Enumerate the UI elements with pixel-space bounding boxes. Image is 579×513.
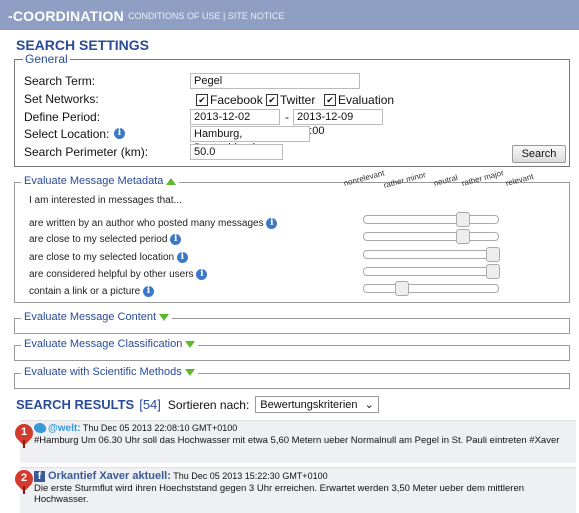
scale-label-neutral: neutral: [432, 172, 459, 188]
result-author-link[interactable]: @welt:: [48, 423, 81, 434]
perimeter-label: Search Perimeter (km):: [24, 145, 149, 159]
criterion-info-icon[interactable]: i: [176, 252, 188, 263]
facebook-checkbox-label: Facebook: [210, 93, 263, 107]
app-brand-title: -COORDINATION: [8, 8, 124, 24]
search-results-title: SEARCH RESULTS: [16, 397, 135, 412]
criterion-label: are close to my selected location i: [29, 252, 188, 263]
period-to-input[interactable]: 2013-12-09 00:00: [293, 109, 383, 137]
slider-knob[interactable]: [486, 247, 500, 262]
sort-select[interactable]: Bewertungskriterien ⌄: [255, 396, 379, 413]
slider-knob[interactable]: [486, 264, 500, 279]
facebook-checkbox[interactable]: ✔ Facebook: [196, 93, 263, 107]
conditions-of-use-link[interactable]: CONDITIONS OF USE: [128, 11, 221, 21]
criterion-slider[interactable]: [363, 264, 500, 279]
search-settings-title: SEARCH SETTINGS: [16, 37, 150, 53]
criterion-info-icon[interactable]: i: [266, 218, 278, 229]
chevron-down-icon: ⌄: [364, 399, 374, 411]
scale-label-rather-minor: rather minor: [382, 170, 427, 190]
sort-select-value: Bewertungskriterien: [260, 399, 358, 411]
search-term-input[interactable]: Pegel: [190, 73, 360, 89]
search-term-label: Search Term:: [24, 74, 96, 88]
search-button[interactable]: Search: [512, 145, 566, 163]
scientific-panel-title: Evaluate with Scientific Methods: [24, 366, 182, 378]
scientific-panel-header[interactable]: Evaluate with Scientific Methods: [21, 366, 198, 378]
scale-label-rather-major: rather major: [460, 168, 505, 188]
criterion-slider[interactable]: [363, 247, 500, 262]
metadata-panel-title: Evaluate Message Metadata: [24, 175, 164, 187]
top-navigation-bar: -COORDINATION CONDITIONS OF USE | SITE N…: [0, 0, 579, 30]
result-timestamp: Thu Dec 05 2013 22:08:10 GMT+0100: [82, 423, 238, 433]
criterion-label: are considered helpful by other users i: [29, 269, 208, 280]
period-from-input[interactable]: 2013-12-02 00:00: [190, 109, 280, 137]
scale-label-nonrelevant: nonrelevant: [342, 168, 386, 188]
networks-label: Set Networks:: [24, 92, 99, 106]
slider-knob[interactable]: [456, 229, 470, 244]
slider-knob[interactable]: [395, 281, 409, 296]
result-item[interactable]: @welt: Thu Dec 05 2013 22:08:10 GMT+0100…: [20, 420, 576, 463]
result-rank: 1: [20, 426, 28, 438]
result-meta: @welt: Thu Dec 05 2013 22:08:10 GMT+0100: [48, 423, 237, 434]
metadata-intro: I am interested in messages that...: [29, 195, 182, 206]
link-separator: |: [223, 11, 226, 21]
content-panel-header[interactable]: Evaluate Message Content: [21, 311, 173, 323]
scale-label-relevant: relevant: [504, 171, 535, 188]
collapse-up-arrow-icon: [166, 177, 177, 185]
scientific-panel: Evaluate with Scientific Methods: [14, 366, 570, 389]
evaluation-checkbox-label: Evaluation: [338, 93, 395, 107]
criterion-info-icon[interactable]: i: [170, 234, 182, 245]
classification-panel: Evaluate Message Classification: [14, 338, 570, 361]
criterion-info-icon[interactable]: i: [196, 269, 208, 280]
classification-panel-title: Evaluate Message Classification: [24, 338, 183, 350]
facebook-icon: f: [34, 471, 45, 482]
period-dash: -: [285, 110, 289, 124]
map-pin-tail: [23, 440, 25, 448]
result-rank: 2: [20, 472, 28, 484]
twitter-icon: [34, 423, 46, 433]
twitter-check-icon: ✔: [266, 94, 278, 106]
result-meta: Orkantief Xaver aktuell: Thu Dec 05 2013…: [48, 470, 328, 482]
period-label: Define Period:: [24, 110, 101, 124]
perimeter-input[interactable]: 50.0: [190, 144, 283, 160]
criterion-slider[interactable]: [363, 229, 499, 244]
content-panel-title: Evaluate Message Content: [24, 311, 157, 323]
map-pin-tail: [23, 486, 25, 494]
facebook-check-icon: ✔: [196, 94, 208, 106]
result-timestamp: Thu Dec 05 2013 15:22:30 GMT+0100: [173, 471, 328, 481]
result-text: Die erste Sturmflut wird ihren Hoechstst…: [34, 483, 525, 505]
twitter-checkbox-label: Twitter: [280, 93, 316, 107]
content-panel: Evaluate Message Content: [14, 311, 570, 334]
expand-down-arrow-icon: [185, 340, 196, 348]
header-links: CONDITIONS OF USE | SITE NOTICE: [128, 11, 284, 21]
location-input[interactable]: Hamburg, Deutschland: [190, 126, 310, 154]
evaluation-check-icon: ✔: [324, 94, 336, 106]
general-legend: General: [25, 52, 68, 66]
location-label: Select Location:: [24, 127, 110, 141]
classification-panel-header[interactable]: Evaluate Message Classification: [21, 338, 199, 350]
expand-down-arrow-icon: [159, 313, 170, 321]
criterion-label: are close to my selected period i: [29, 234, 182, 245]
criterion-slider[interactable]: [363, 281, 499, 296]
criterion-label: contain a link or a picture i: [29, 286, 154, 297]
evaluation-checkbox[interactable]: ✔ Evaluation: [324, 93, 394, 107]
results-count: [54]: [139, 397, 161, 412]
criterion-label: are written by an author who posted many…: [29, 218, 278, 229]
site-notice-link[interactable]: SITE NOTICE: [228, 11, 285, 21]
slider-knob[interactable]: [456, 212, 470, 227]
metadata-panel-header[interactable]: Evaluate Message Metadata: [21, 175, 180, 187]
criterion-info-icon[interactable]: i: [142, 286, 154, 297]
location-info-icon[interactable]: i: [114, 128, 125, 139]
sort-label: Sortieren nach:: [167, 397, 250, 412]
expand-down-arrow-icon: [184, 368, 195, 376]
criterion-slider[interactable]: [363, 212, 499, 227]
metadata-panel: Evaluate Message Metadata I am intereste…: [14, 168, 570, 303]
twitter-checkbox[interactable]: ✔ Twitter: [266, 93, 315, 107]
result-item[interactable]: f Orkantief Xaver aktuell: Thu Dec 05 20…: [20, 467, 576, 513]
results-header: SEARCH RESULTS [54] Sortieren nach: Bewe…: [16, 396, 379, 413]
result-author-link[interactable]: Orkantief Xaver aktuell:: [48, 470, 171, 482]
result-text: #Hamburg Um 06.30 Uhr soll das Hochwasse…: [34, 435, 560, 446]
